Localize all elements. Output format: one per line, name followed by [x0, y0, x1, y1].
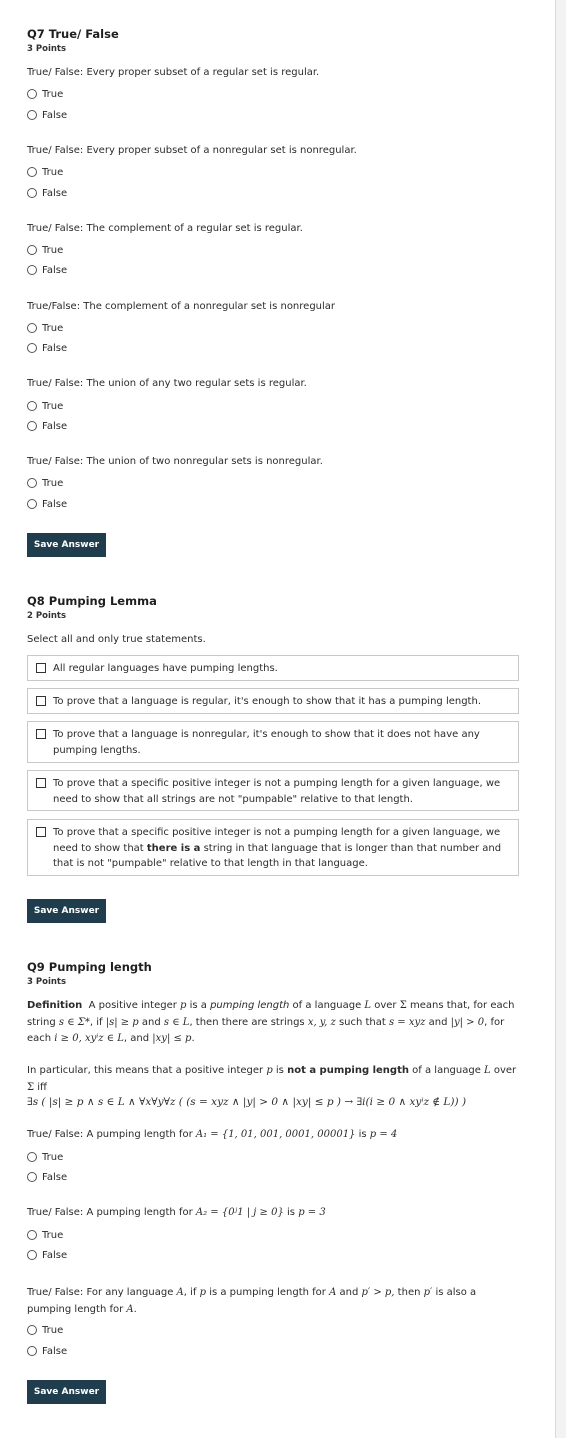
checkbox[interactable] [36, 696, 46, 706]
q9-3-true-option[interactable]: True [27, 1323, 63, 1337]
q7-6-true-option[interactable]: True [27, 476, 63, 490]
page-scrollbar[interactable] [555, 0, 566, 1438]
radio-button[interactable] [27, 89, 37, 99]
radio-button[interactable] [27, 110, 37, 120]
q7-save-answer-button[interactable]: Save Answer [27, 533, 106, 557]
checkbox[interactable] [36, 827, 46, 837]
radio-button[interactable] [27, 1230, 37, 1240]
q7-3-true-option[interactable]: True [27, 243, 63, 257]
q9-1-false-option[interactable]: False [27, 1170, 67, 1184]
q7-6-false-option[interactable]: False [27, 497, 67, 511]
radio-button[interactable] [27, 265, 37, 275]
q7-4-true-option[interactable]: True [27, 321, 63, 335]
q7-points: 3 Points [27, 44, 67, 54]
radio-button[interactable] [27, 1346, 37, 1356]
radio-button[interactable] [27, 188, 37, 198]
radio-button[interactable] [27, 1152, 37, 1162]
q8-option-4[interactable]: To prove that a specific positive intege… [27, 770, 519, 811]
q7-1-true-option[interactable]: True [27, 87, 63, 101]
q9-prompt-1: True/ False: A pumping length for A₁ = {… [27, 1129, 398, 1140]
q9-prompt-3: True/ False: For any language A, if p is… [27, 1287, 477, 1315]
q8-option-2[interactable]: To prove that a language is regular, it'… [27, 688, 519, 714]
q7-4-false-option[interactable]: False [27, 341, 67, 355]
q7-1-false-option[interactable]: False [27, 108, 67, 122]
radio-button[interactable] [27, 1172, 37, 1182]
q9-2-true-option[interactable]: True [27, 1228, 63, 1242]
q7-2-false-option[interactable]: False [27, 186, 67, 200]
q9-save-answer-button[interactable]: Save Answer [27, 1380, 106, 1404]
q7-2-true-option[interactable]: True [27, 165, 63, 179]
radio-button[interactable] [27, 478, 37, 488]
q7-prompt-4: True/False: The complement of a nonregul… [27, 301, 336, 312]
q8-option-1[interactable]: All regular languages have pumping lengt… [27, 655, 519, 681]
q9-definition: Definition A positive integer p is a pum… [27, 1000, 515, 1044]
q8-save-answer-button[interactable]: Save Answer [27, 899, 106, 923]
q8-option-3[interactable]: To prove that a language is nonregular, … [27, 721, 519, 763]
radio-button[interactable] [27, 421, 37, 431]
radio-button[interactable] [27, 167, 37, 177]
checkbox[interactable] [36, 729, 46, 739]
radio-button[interactable] [27, 1325, 37, 1335]
q7-prompt-5: True/ False: The union of any two regula… [27, 378, 307, 389]
q7-prompt-6: True/ False: The union of two nonregular… [27, 456, 323, 467]
radio-button[interactable] [27, 499, 37, 509]
radio-button[interactable] [27, 323, 37, 333]
radio-button[interactable] [27, 401, 37, 411]
q7-5-false-option[interactable]: False [27, 419, 67, 433]
q9-prompt-2: True/ False: A pumping length for A₂ = {… [27, 1207, 326, 1218]
q7-5-true-option[interactable]: True [27, 399, 63, 413]
q8-option-5[interactable]: To prove that a specific positive intege… [27, 819, 519, 876]
q7-prompt-2: True/ False: Every proper subset of a no… [27, 145, 357, 156]
q9-points: 3 Points [27, 977, 67, 987]
q7-prompt-1: True/ False: Every proper subset of a re… [27, 67, 320, 78]
q7-3-false-option[interactable]: False [27, 263, 67, 277]
q8-title: Q8 Pumping Lemma [27, 594, 157, 608]
radio-button[interactable] [27, 245, 37, 255]
q7-prompt-3: True/ False: The complement of a regular… [27, 223, 303, 234]
q8-points: 2 Points [27, 611, 67, 621]
q8-instruction: Select all and only true statements. [27, 634, 206, 645]
q9-formula: ∃s ( |s| ≥ p ∧ s ∈ L ∧ ∀x∀y∀z ( (s = xyz… [27, 1096, 467, 1108]
q9-2-false-option[interactable]: False [27, 1248, 67, 1262]
q9-3-false-option[interactable]: False [27, 1344, 67, 1358]
q7-title: Q7 True/ False [27, 27, 119, 41]
radio-button[interactable] [27, 343, 37, 353]
checkbox[interactable] [36, 663, 46, 673]
q9-particular-text: In particular, this means that a positiv… [27, 1065, 517, 1093]
q9-title: Q9 Pumping length [27, 960, 152, 974]
checkbox[interactable] [36, 778, 46, 788]
radio-button[interactable] [27, 1250, 37, 1260]
q9-1-true-option[interactable]: True [27, 1150, 63, 1164]
